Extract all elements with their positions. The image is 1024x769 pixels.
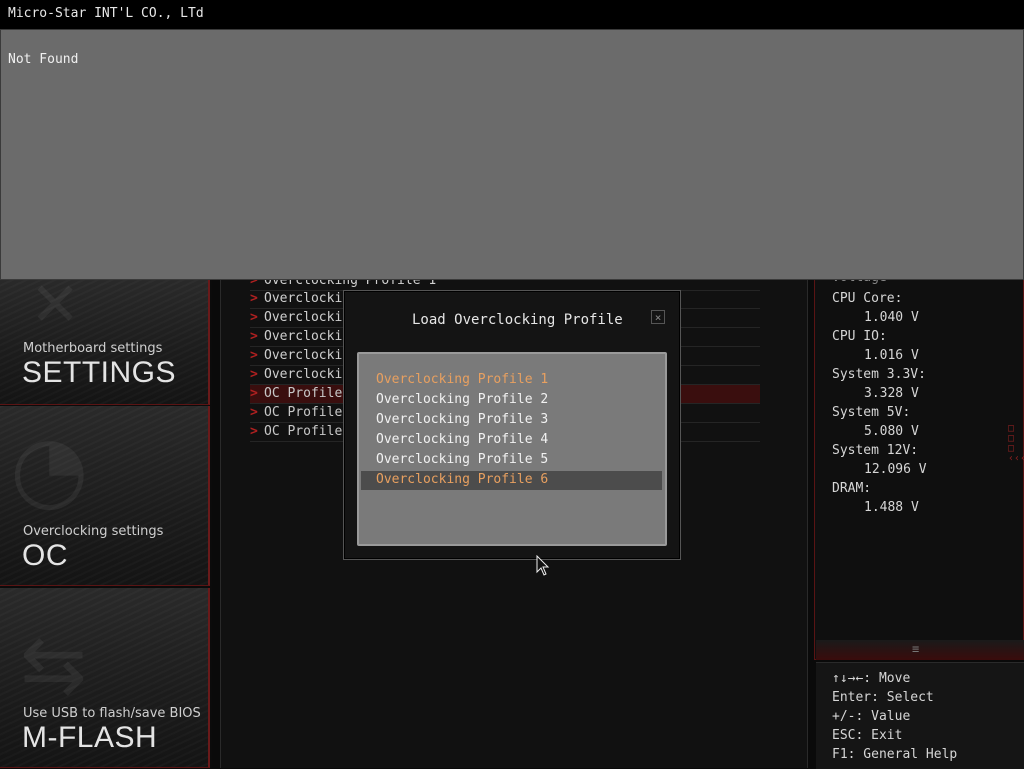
- mouse-cursor-icon: [536, 555, 550, 576]
- voltage-label: CPU IO:: [832, 329, 887, 344]
- voltage-value: 1.016 V: [864, 348, 919, 363]
- menu-item-label: OC Profile: [264, 405, 343, 420]
- voltage-label: System 3.3V:: [832, 367, 926, 382]
- side-tab-icon[interactable]: □□□‹‹‹: [1008, 424, 1024, 464]
- usb-icon: ⇆: [20, 618, 88, 711]
- nav-mflash-title: M-FLASH: [22, 721, 158, 754]
- nav-settings-subtitle: Motherboard settings: [23, 341, 163, 356]
- help-line: ↑↓→←: Move: [832, 671, 911, 686]
- voltage-value: 5.080 V: [864, 424, 919, 439]
- dialog-title: Load Overclocking Profile: [412, 312, 623, 328]
- overlay-body: [0, 29, 1024, 280]
- chevron-right-icon: >: [250, 291, 258, 306]
- voltage-label: CPU Core:: [832, 291, 903, 306]
- gauge-icon: ◔: [10, 416, 89, 521]
- help-line: ESC: Exit: [832, 728, 903, 743]
- chevron-right-icon: >: [250, 310, 258, 325]
- chevron-right-icon: >: [250, 405, 258, 420]
- chevron-right-icon: >: [250, 348, 258, 363]
- nav-settings-title: SETTINGS: [22, 356, 177, 389]
- nav-settings-tile[interactable]: ✕ Motherboard settings SETTINGS: [0, 270, 210, 405]
- voltage-value: 3.328 V: [864, 386, 919, 401]
- nav-mflash-subtitle: Use USB to flash/save BIOS: [23, 706, 201, 721]
- nav-oc-subtitle: Overclocking settings: [23, 524, 164, 539]
- voltage-label: DRAM:: [832, 481, 872, 496]
- nav-oc-title: OC: [22, 539, 68, 572]
- profile-option-selected[interactable]: Overclocking Profile 6: [376, 472, 548, 487]
- chevron-right-icon: >: [250, 329, 258, 344]
- nav-mflash-tile[interactable]: ⇆ Use USB to flash/save BIOS M-FLASH: [0, 588, 210, 768]
- profile-option[interactable]: Overclocking Profile 4: [376, 432, 548, 447]
- nav-oc-tile[interactable]: ◔ Overclocking settings OC: [0, 406, 210, 586]
- help-line: F1: General Help: [832, 747, 958, 762]
- menu-item-label: OC Profile: [264, 386, 343, 401]
- help-line: +/-: Value: [832, 709, 911, 724]
- wrench-icon: ✕: [30, 270, 81, 340]
- menu-item-label: OC Profile: [264, 424, 343, 439]
- not-found-message: Not Found: [8, 52, 79, 67]
- grip-icon: ≡: [912, 642, 920, 656]
- chevron-right-icon: >: [250, 424, 258, 439]
- profile-option[interactable]: Overclocking Profile 2: [376, 392, 548, 407]
- chevron-right-icon: >: [250, 386, 258, 401]
- profile-option[interactable]: Overclocking Profile 3: [376, 412, 548, 427]
- profile-option[interactable]: Overclocking Profile 5: [376, 452, 548, 467]
- close-icon[interactable]: ×: [651, 310, 665, 324]
- chevron-right-icon: >: [250, 367, 258, 382]
- window-title: Micro-Star INT'L CO., LTd: [8, 6, 204, 21]
- profile-option[interactable]: Overclocking Profile 1: [376, 372, 548, 387]
- voltage-label: System 5V:: [832, 405, 911, 420]
- voltage-label: System 12V:: [832, 443, 919, 458]
- help-line: Enter: Select: [832, 690, 934, 705]
- voltage-value: 1.040 V: [864, 310, 919, 325]
- panel-splitter[interactable]: ≡: [816, 640, 1024, 660]
- voltage-value: 12.096 V: [864, 462, 927, 477]
- voltage-value: 1.488 V: [864, 500, 919, 515]
